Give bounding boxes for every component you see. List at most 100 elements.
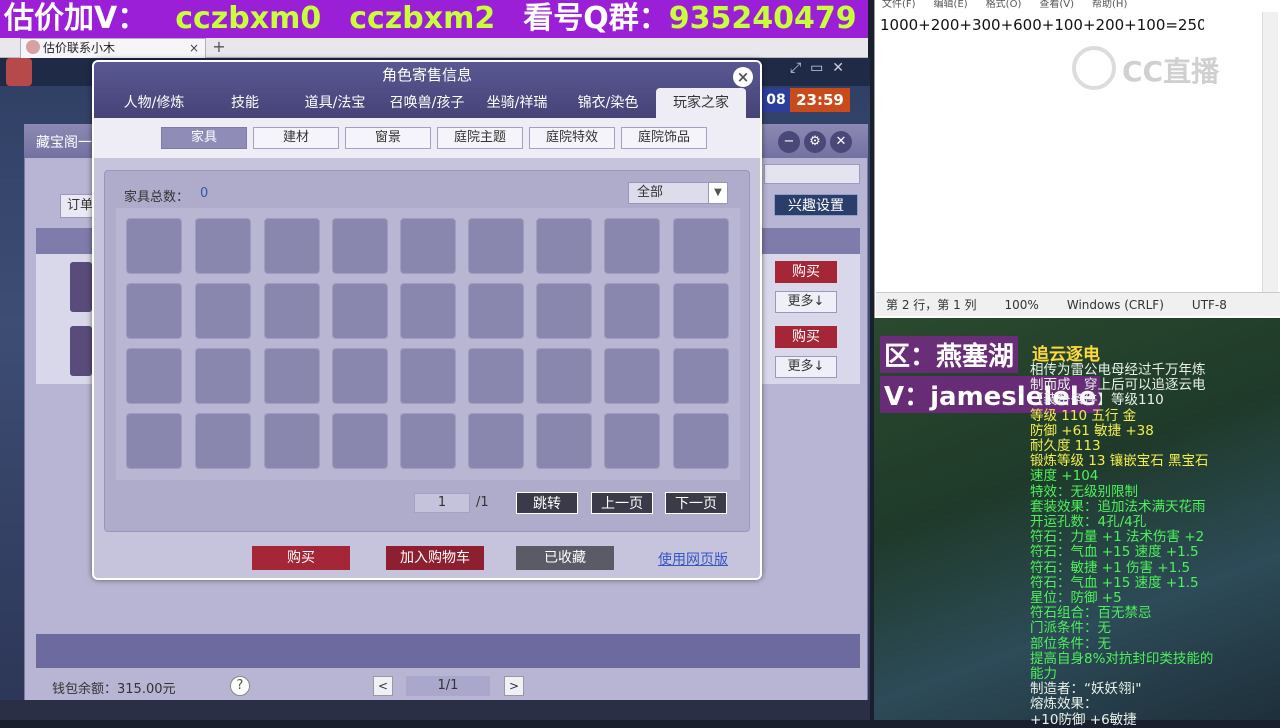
subtab-furniture[interactable]: 家具 <box>161 127 247 149</box>
banner-text-3: cczbxm2 <box>349 1 496 36</box>
furniture-slot[interactable] <box>264 348 320 404</box>
subtab-yard-theme[interactable]: 庭院主题 <box>437 127 523 149</box>
jump-button[interactable]: 跳转 <box>516 492 578 514</box>
subtab-window-views[interactable]: 窗景 <box>345 127 431 149</box>
furniture-slot[interactable] <box>195 218 251 274</box>
use-web-version-link[interactable]: 使用网页版 <box>658 549 728 569</box>
tab-player-home[interactable]: 玩家之家 <box>656 88 746 118</box>
furniture-slot[interactable] <box>468 283 524 339</box>
watermark-text: CC直播 <box>1122 55 1220 88</box>
furniture-slot[interactable] <box>332 413 388 469</box>
close-icon[interactable]: ✕ <box>830 131 852 153</box>
tab-mounts[interactable]: 坐骑/祥瑞 <box>474 88 560 118</box>
furniture-slot[interactable] <box>400 413 456 469</box>
back-panel-title: 藏宝阁一 <box>36 135 92 151</box>
tab-skills[interactable]: 技能 <box>206 88 284 118</box>
prev-page-button[interactable]: 上一页 <box>591 492 653 514</box>
page-number-input[interactable]: 1 <box>414 493 470 513</box>
furniture-slot[interactable] <box>468 413 524 469</box>
tab-favicon-icon <box>26 40 40 54</box>
banner-text-2: cczbxm0 <box>175 1 322 36</box>
more-button[interactable]: 更多↓ <box>775 291 837 313</box>
furniture-slot[interactable] <box>264 413 320 469</box>
item-attribute-line: 制造者：“妖妖翎i" <box>1030 681 1142 698</box>
page-prev-button[interactable]: < <box>373 676 393 696</box>
page-total: /1 <box>476 495 489 510</box>
more-button[interactable]: 更多↓ <box>775 356 837 378</box>
favorited-button[interactable]: 已收藏 <box>516 546 614 570</box>
furniture-slot[interactable] <box>604 348 660 404</box>
menu-file[interactable]: 文件(F) <box>882 0 916 10</box>
furniture-slot[interactable] <box>332 348 388 404</box>
furniture-slot[interactable] <box>332 218 388 274</box>
furniture-slot[interactable] <box>673 218 729 274</box>
furniture-slot[interactable] <box>400 218 456 274</box>
item-attribute-line: 符石：敏捷 +1 伤害 +1.5 <box>1030 559 1191 576</box>
furniture-slot[interactable] <box>604 283 660 339</box>
banner-text-4: 看号Q群： <box>523 1 669 36</box>
menu-view[interactable]: 查看(V) <box>1039 0 1074 10</box>
game-window-controls: ⤢ ▭ ✕ <box>790 60 866 82</box>
furniture-slot[interactable] <box>264 283 320 339</box>
buy-button[interactable]: 购买 <box>252 546 350 570</box>
chevron-down-icon[interactable]: ▼ <box>708 183 727 203</box>
role-avatar[interactable] <box>70 262 92 312</box>
close-icon[interactable]: × <box>733 67 753 87</box>
search-input[interactable] <box>764 164 860 184</box>
subtab-materials[interactable]: 建材 <box>253 127 339 149</box>
menu-help[interactable]: 帮助(H) <box>1092 0 1127 10</box>
next-page-button[interactable]: 下一页 <box>665 492 727 514</box>
player-avatar[interactable] <box>6 58 32 86</box>
gear-icon[interactable]: ⚙ <box>804 131 826 153</box>
furniture-slot[interactable] <box>400 348 456 404</box>
furniture-slot[interactable] <box>536 283 592 339</box>
page-next-button[interactable]: > <box>504 676 524 696</box>
tab-items[interactable]: 道具/法宝 <box>292 88 378 118</box>
buy-button[interactable]: 购买 <box>775 326 837 348</box>
item-attribute-line: 符石：力量 +1 法术伤害 +2 <box>1030 529 1205 546</box>
close-icon[interactable]: × <box>189 39 199 57</box>
close-icon[interactable]: ✕ <box>832 60 844 76</box>
tab-character[interactable]: 人物/修炼 <box>110 88 198 118</box>
furniture-slot[interactable] <box>264 218 320 274</box>
help-icon[interactable]: ? <box>230 676 250 696</box>
furniture-slot[interactable] <box>604 413 660 469</box>
furniture-slot[interactable] <box>126 413 182 469</box>
tab-summons[interactable]: 召唤兽/孩子 <box>382 88 472 118</box>
add-to-cart-button[interactable]: 加入购物车 <box>386 546 484 570</box>
role-avatar[interactable] <box>70 326 92 376</box>
furniture-total-label: 家具总数： <box>124 190 190 205</box>
furniture-slot[interactable] <box>400 283 456 339</box>
interest-settings-button[interactable]: 兴趣设置 <box>774 194 858 216</box>
menu-format[interactable]: 格式(O) <box>986 0 1022 10</box>
maximize-icon[interactable]: ▭ <box>810 60 823 76</box>
furniture-slot[interactable] <box>126 283 182 339</box>
furniture-slot[interactable] <box>195 283 251 339</box>
furniture-slot[interactable] <box>536 413 592 469</box>
subtab-yard-decor[interactable]: 庭院饰品 <box>621 127 707 149</box>
menu-edit[interactable]: 编辑(E) <box>934 0 968 10</box>
browser-tab[interactable]: 估价联系小木 × <box>20 38 206 58</box>
furniture-slot[interactable] <box>195 413 251 469</box>
furniture-slot[interactable] <box>536 218 592 274</box>
furniture-slot[interactable] <box>468 348 524 404</box>
furniture-slot[interactable] <box>195 348 251 404</box>
furniture-slot[interactable] <box>468 218 524 274</box>
furniture-slot[interactable] <box>604 218 660 274</box>
furniture-slot[interactable] <box>673 413 729 469</box>
tab-outfits[interactable]: 锦衣/染色 <box>564 88 652 118</box>
furniture-slot[interactable] <box>126 218 182 274</box>
notepad-scrollbar[interactable] <box>1262 12 1278 292</box>
item-attribute-line: 耐久度 113 <box>1030 438 1101 454</box>
minimize-icon[interactable]: − <box>778 131 800 153</box>
furniture-slot[interactable] <box>673 348 729 404</box>
furniture-slot[interactable] <box>126 348 182 404</box>
restore-icon[interactable]: ⤢ <box>790 60 801 76</box>
furniture-slot[interactable] <box>332 283 388 339</box>
buy-button[interactable]: 购买 <box>775 261 837 283</box>
furniture-slot[interactable] <box>536 348 592 404</box>
notepad-text-area[interactable]: 1000+200+300+600+100+200+100=2500 <box>880 16 1204 34</box>
subtab-yard-effects[interactable]: 庭院特效 <box>529 127 615 149</box>
furniture-slot[interactable] <box>673 283 729 339</box>
new-tab-button[interactable]: + <box>210 38 228 58</box>
